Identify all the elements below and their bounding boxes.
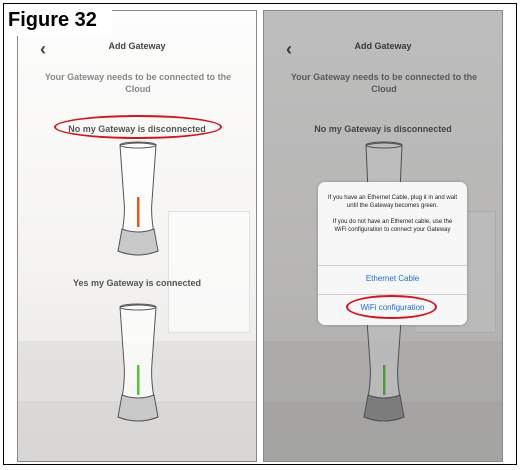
dialog-message-wifi: If you do not have an Ethernet cable, us… [332,219,453,233]
screen-add-gateway-right: ‹ Add Gateway Your Gateway needs to be c… [263,10,503,462]
option-gateway-connected[interactable]: Yes my Gateway is connected [18,278,256,288]
status-led-orange [137,197,140,227]
dialog-divider [318,265,467,266]
background-window [168,211,250,333]
page-title: Add Gateway [108,41,166,51]
dialog-message-ethernet: If you have an Ethernet Cable, plug it i… [327,195,458,209]
dialog-message: If you have an Ethernet Cable, plug it i… [326,194,459,242]
gateway-device-icon [117,141,159,256]
status-led-green [137,365,140,395]
ethernet-cable-button[interactable]: Ethernet Cable [318,274,467,283]
gateway-device-icon [117,303,159,422]
highlight-ellipse [54,115,222,139]
screen-add-gateway-left: ‹ Add Gateway Your Gateway needs to be c… [17,10,257,462]
highlight-ellipse [346,295,437,319]
gateway-device-connected[interactable] [116,303,160,428]
gateway-device-disconnected[interactable] [116,141,160,261]
page-subtitle: Your Gateway needs to be connected to th… [44,72,232,94]
connection-dialog: If you have an Ethernet Cable, plug it i… [318,182,467,325]
figure-label: Figure 32 [4,4,112,36]
